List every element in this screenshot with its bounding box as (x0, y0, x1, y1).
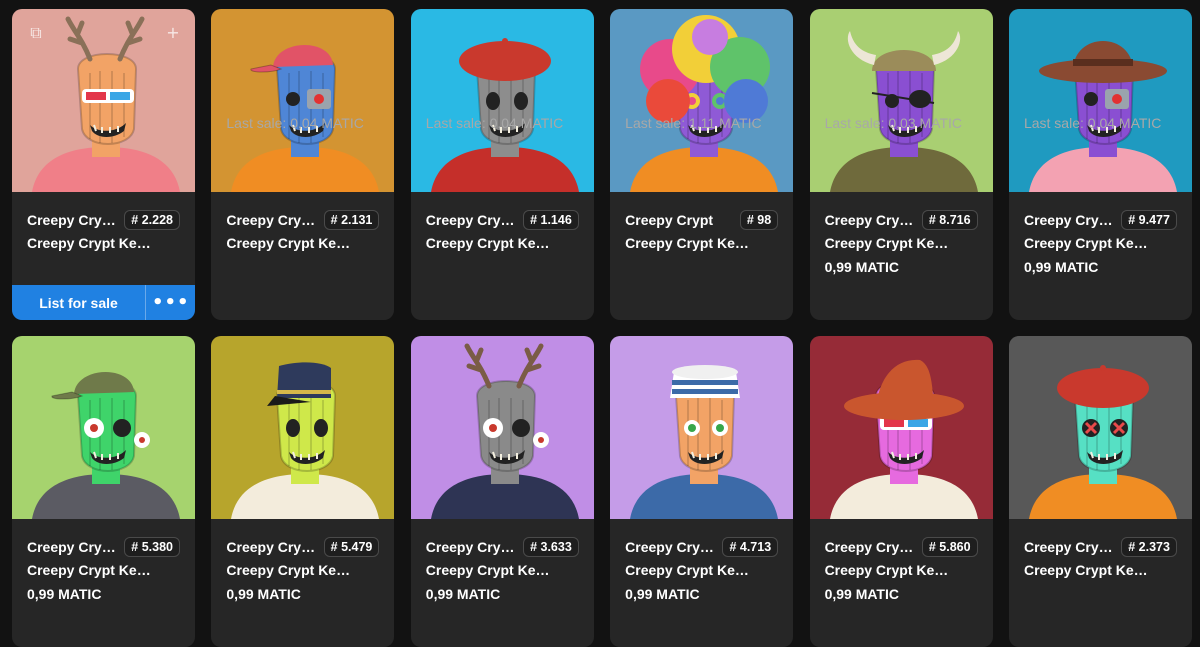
nft-card[interactable]: Creepy Cry… # 2.373 Creepy Crypt Ke… (1008, 336, 1192, 647)
nft-image[interactable] (610, 9, 794, 192)
price: 0,99 MATIC (625, 586, 700, 602)
nft-name: Creepy Cry… (1023, 539, 1113, 555)
nft-card[interactable]: ⧉ + Creepy Cry… # 2.228 Creepy Crypt Ke… … (12, 9, 195, 320)
nft-image[interactable] (809, 9, 993, 192)
nft-card[interactable]: Creepy Cry… # 9.477 Creepy Crypt Ke… 0,9… (1008, 9, 1192, 320)
token-badge: # 4.713 (722, 537, 779, 557)
nft-name: Creepy Cry… (824, 539, 914, 555)
nft-image[interactable] (410, 9, 594, 192)
token-badge: # 5.380 (124, 537, 180, 557)
nft-name: Creepy Cry… (27, 212, 116, 228)
price: 0,99 MATIC (425, 586, 501, 602)
nft-image[interactable] (809, 336, 993, 519)
collection-name: Creepy Crypt Ke… (824, 562, 949, 578)
token-badge: # 2.131 (323, 210, 380, 230)
collection-name: Creepy Crypt Ke… (425, 235, 550, 251)
token-badge: # 2.228 (124, 210, 180, 230)
token-badge: # 98 (739, 210, 779, 230)
token-badge: # 5.860 (921, 537, 978, 557)
nft-image[interactable] (1008, 9, 1192, 192)
nft-image[interactable] (211, 9, 395, 192)
nft-name: Creepy Cry… (425, 212, 515, 228)
more-options-button[interactable]: ••• (146, 285, 195, 320)
nft-card[interactable]: Creepy Cry… # 5.479 Creepy Crypt Ke… 0,9… (211, 336, 395, 647)
price: 0,99 MATIC (824, 586, 899, 602)
price (226, 257, 379, 277)
plus-icon[interactable]: + (163, 23, 183, 43)
price: 0,99 MATIC (1023, 259, 1099, 275)
nft-image[interactable] (12, 336, 195, 519)
last-sale: Last sale: 0,04 MATIC (226, 115, 364, 131)
price (426, 257, 579, 277)
collection-name: Creepy Crypt Ke… (27, 235, 151, 251)
token-badge: # 9.477 (1121, 210, 1177, 230)
nft-name: Creepy Cry… (625, 539, 714, 555)
nft-card[interactable]: Creepy Cry… # 5.380 Creepy Crypt Ke… 0,9… (12, 336, 195, 647)
nft-image[interactable] (211, 336, 395, 519)
price (27, 257, 180, 277)
nft-card[interactable]: Creepy Cry… # 1.146 Creepy Crypt Ke… Las… (410, 9, 594, 320)
price (625, 257, 778, 277)
nft-name: Creepy Cry… (226, 539, 316, 555)
last-sale: Last sale: 0,03 MATIC (824, 115, 963, 131)
nft-name: Creepy Cry… (226, 212, 316, 228)
token-badge: # 3.633 (523, 537, 579, 557)
token-badge: # 5.479 (323, 537, 380, 557)
collection-name: Creepy Crypt Ke… (625, 235, 749, 251)
nft-image[interactable] (1008, 336, 1192, 519)
collection-name: Creepy Crypt Ke… (226, 562, 351, 578)
token-badge: # 1.146 (523, 210, 579, 230)
collection-name: Creepy Crypt Ke… (1023, 562, 1148, 578)
nft-card[interactable]: Creepy Cry… # 2.131 Creepy Crypt Ke… Las… (211, 9, 395, 320)
nft-image[interactable] (610, 336, 794, 519)
nft-grid: ⧉ + Creepy Cry… # 2.228 Creepy Crypt Ke… … (12, 9, 1192, 647)
price: 0,99 MATIC (226, 586, 301, 602)
collection-name: Creepy Crypt Ke… (1023, 235, 1148, 251)
card-actions: List for sale ••• (12, 285, 195, 320)
token-badge: # 8.716 (921, 210, 978, 230)
nft-name: Creepy Crypt … (625, 212, 717, 228)
collection-name: Creepy Crypt Ke… (625, 562, 749, 578)
last-sale: Last sale: 0,04 MATIC (1023, 115, 1162, 131)
nft-name: Creepy Cry… (425, 539, 515, 555)
nft-name: Creepy Cry… (824, 212, 914, 228)
collection-name: Creepy Crypt Ke… (425, 562, 550, 578)
token-badge: # 2.373 (1121, 537, 1177, 557)
nft-image[interactable] (410, 336, 594, 519)
price: 0,99 MATIC (824, 259, 899, 275)
nft-card[interactable]: Creepy Crypt … # 98 Creepy Crypt Ke… Las… (610, 9, 794, 320)
price (1024, 584, 1177, 604)
nft-card[interactable]: Creepy Cry… # 8.716 Creepy Crypt Ke… 0,9… (809, 9, 993, 320)
price: 0,99 MATIC (27, 586, 102, 602)
collection-name: Creepy Crypt Ke… (824, 235, 949, 251)
nft-card[interactable]: Creepy Cry… # 3.633 Creepy Crypt Ke… 0,9… (410, 336, 594, 647)
nft-card[interactable]: Creepy Cry… # 4.713 Creepy Crypt Ke… 0,9… (610, 336, 794, 647)
collection-name: Creepy Crypt Ke… (226, 235, 351, 251)
layers-icon[interactable]: ⧉ (26, 23, 46, 43)
list-for-sale-button[interactable]: List for sale (12, 285, 146, 320)
last-sale: Last sale: 1,11 MATIC (625, 115, 762, 131)
last-sale: Last sale: 0,04 MATIC (425, 115, 564, 131)
nft-card[interactable]: Creepy Cry… # 5.860 Creepy Crypt Ke… 0,9… (809, 336, 993, 647)
nft-name: Creepy Cry… (1023, 212, 1113, 228)
nft-name: Creepy Cry… (27, 539, 116, 555)
collection-name: Creepy Crypt Ke… (27, 562, 151, 578)
